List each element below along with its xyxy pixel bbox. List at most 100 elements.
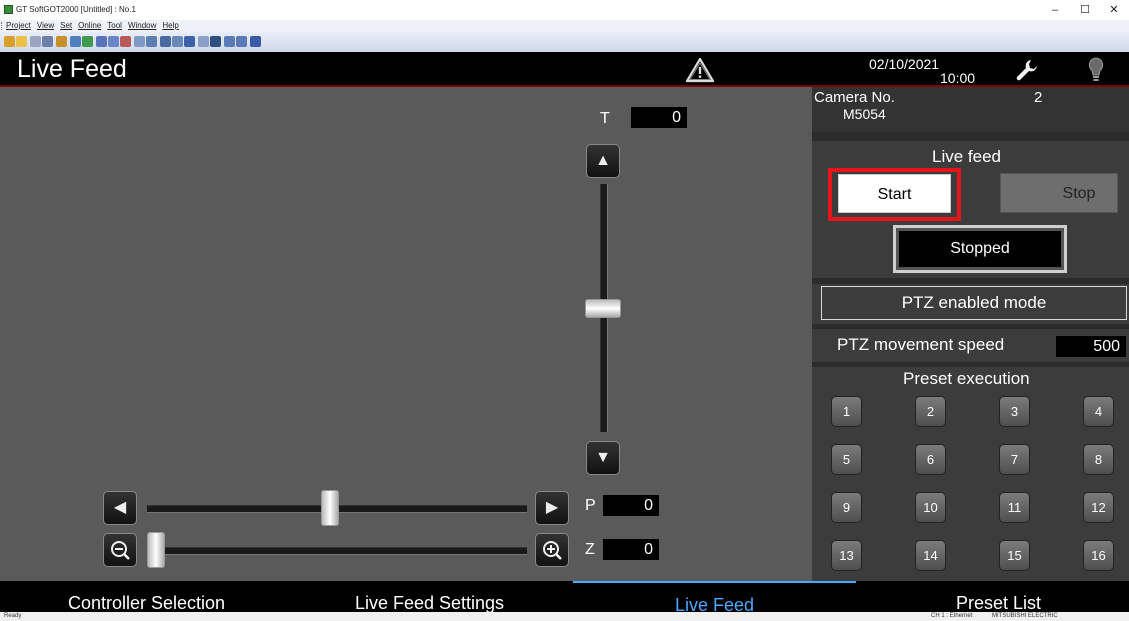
preset-title: Preset execution: [903, 369, 1030, 388]
video-feed-area: T 0 ▲ ▼ ◀ ▶ P 0 Z 0: [0, 87, 812, 581]
preset-button-2[interactable]: 2: [915, 396, 946, 427]
tilt-up-button[interactable]: ▲: [586, 144, 620, 178]
wrench-icon[interactable]: [1014, 57, 1040, 83]
bottom-tab-bar: Controller Selection Live Feed Settings …: [0, 581, 1129, 612]
preset-button-9[interactable]: 9: [831, 492, 862, 523]
preset-button-4[interactable]: 4: [1083, 396, 1114, 427]
pan-label: P: [585, 497, 596, 514]
app-header: Live Feed 02/10/2021 10:00: [0, 52, 1129, 87]
current-time: 10:00: [940, 70, 976, 86]
stop-button[interactable]: Stop: [1000, 173, 1118, 213]
preset-button-3[interactable]: 3: [999, 396, 1030, 427]
app-icon: [4, 5, 13, 14]
preset-button-8[interactable]: 8: [1083, 444, 1114, 475]
camera-number: 2: [1034, 89, 1043, 106]
tilt-down-button[interactable]: ▼: [586, 441, 620, 475]
window-2-icon[interactable]: [236, 36, 247, 47]
menu-tool[interactable]: Tool: [107, 21, 122, 30]
menu-online[interactable]: Online: [78, 21, 101, 30]
pan-left-button[interactable]: ◀: [103, 491, 137, 525]
zoom-value: 0: [603, 539, 659, 560]
status-vendor: MITSUBISHI ELECTRIC: [992, 613, 1058, 619]
preset-button-16[interactable]: 16: [1083, 540, 1114, 571]
tab-controller-selection[interactable]: Controller Selection: [5, 581, 288, 612]
maximize-button[interactable]: ☐: [1071, 2, 1099, 18]
capture-icon[interactable]: [172, 36, 183, 47]
tilt-slider-handle[interactable]: [585, 299, 621, 318]
toolbar: [0, 32, 1129, 52]
preset-button-15[interactable]: 15: [999, 540, 1030, 571]
live-feed-section: Live feed Start Stop Stopped: [812, 141, 1129, 278]
zoom-out-icon: [111, 541, 130, 560]
option-icon[interactable]: [184, 36, 195, 47]
camera-info: Camera No. 2 M5054: [812, 87, 1129, 132]
status-channel: CH 1 : Ethernet: [931, 613, 973, 619]
save-icon[interactable]: [30, 36, 41, 47]
zoom-in-button[interactable]: [535, 533, 569, 567]
menu-set[interactable]: Set: [60, 21, 72, 30]
preset-button-13[interactable]: 13: [831, 540, 862, 571]
lightbulb-icon[interactable]: [1086, 56, 1106, 84]
close-button[interactable]: ✕: [1100, 2, 1128, 18]
preset-button-11[interactable]: 11: [999, 492, 1030, 523]
ptz-speed-label: PTZ movement speed: [837, 335, 1005, 354]
pan-right-button[interactable]: ▶: [535, 491, 569, 525]
preset-section: Preset execution 1 2 3 4 5 6 7 8 9 10 11…: [812, 367, 1129, 581]
warning-icon[interactable]: [685, 57, 715, 83]
save-all-icon[interactable]: [42, 36, 53, 47]
window-title: GT SoftGOT2000 [Untitled] : No.1: [16, 5, 136, 14]
zoom-slider-track[interactable]: [147, 547, 527, 555]
ptz-speed-value[interactable]: 500: [1056, 336, 1126, 357]
preset-button-12[interactable]: 12: [1083, 492, 1114, 523]
read-icon[interactable]: [70, 36, 81, 47]
open-project-icon[interactable]: [16, 36, 27, 47]
camera-model: M5054: [843, 106, 886, 122]
screen-icon[interactable]: [146, 36, 157, 47]
package-icon[interactable]: [56, 36, 67, 47]
menu-view[interactable]: View: [37, 21, 54, 30]
pan-slider-handle[interactable]: [321, 490, 339, 526]
preset-button-5[interactable]: 5: [831, 444, 862, 475]
camera-label: Camera No.: [814, 89, 895, 106]
window-title-bar: GT SoftGOT2000 [Untitled] : No.1 – ☐ ✕: [0, 0, 1129, 20]
ptz-mode-label: PTZ enabled mode: [821, 286, 1127, 320]
current-date: 02/10/2021: [869, 56, 940, 72]
preset-button-14[interactable]: 14: [915, 540, 946, 571]
live-feed-status: Stopped: [893, 225, 1067, 273]
keyboard-icon[interactable]: [210, 36, 221, 47]
script-icon[interactable]: [134, 36, 145, 47]
monitor-stop-icon[interactable]: [108, 36, 119, 47]
status-bar: Ready CH 1 : Ethernet MITSUBISHI ELECTRI…: [0, 612, 1129, 621]
zoom-in-icon: [543, 541, 562, 560]
start-button[interactable]: Start: [838, 174, 951, 213]
new-project-icon[interactable]: [4, 36, 15, 47]
menu-help[interactable]: Help: [162, 21, 178, 30]
percent-icon[interactable]: [198, 36, 209, 47]
menu-grip: [1, 22, 4, 30]
preset-button-10[interactable]: 10: [915, 492, 946, 523]
window-icon[interactable]: [224, 36, 235, 47]
preset-button-1[interactable]: 1: [831, 396, 862, 427]
zoom-slider-handle[interactable]: [147, 532, 165, 568]
status-text: Ready: [4, 613, 22, 619]
monitor-icon[interactable]: [96, 36, 107, 47]
minimize-button[interactable]: –: [1041, 2, 1069, 18]
menu-project[interactable]: Project: [6, 21, 31, 30]
tab-live-feed-settings[interactable]: Live Feed Settings: [288, 581, 571, 612]
ptz-mode-section: PTZ enabled mode: [812, 284, 1129, 324]
preset-button-6[interactable]: 6: [915, 444, 946, 475]
device-icon[interactable]: [120, 36, 131, 47]
write-icon[interactable]: [82, 36, 93, 47]
menu-window[interactable]: Window: [128, 21, 156, 30]
preset-button-7[interactable]: 7: [999, 444, 1030, 475]
pan-value: 0: [603, 495, 659, 516]
tab-live-feed[interactable]: Live Feed: [573, 581, 856, 612]
zoom-out-button[interactable]: [103, 533, 137, 567]
help-icon[interactable]: [250, 36, 261, 47]
menu-bar: Project View Set Online Tool Window Help: [0, 20, 1129, 32]
tab-preset-list[interactable]: Preset List: [857, 581, 1129, 612]
zoom-label: Z: [585, 541, 595, 558]
print-icon[interactable]: [160, 36, 171, 47]
live-feed-title: Live feed: [932, 147, 1001, 166]
ptz-speed-section: PTZ movement speed 500: [812, 329, 1129, 362]
